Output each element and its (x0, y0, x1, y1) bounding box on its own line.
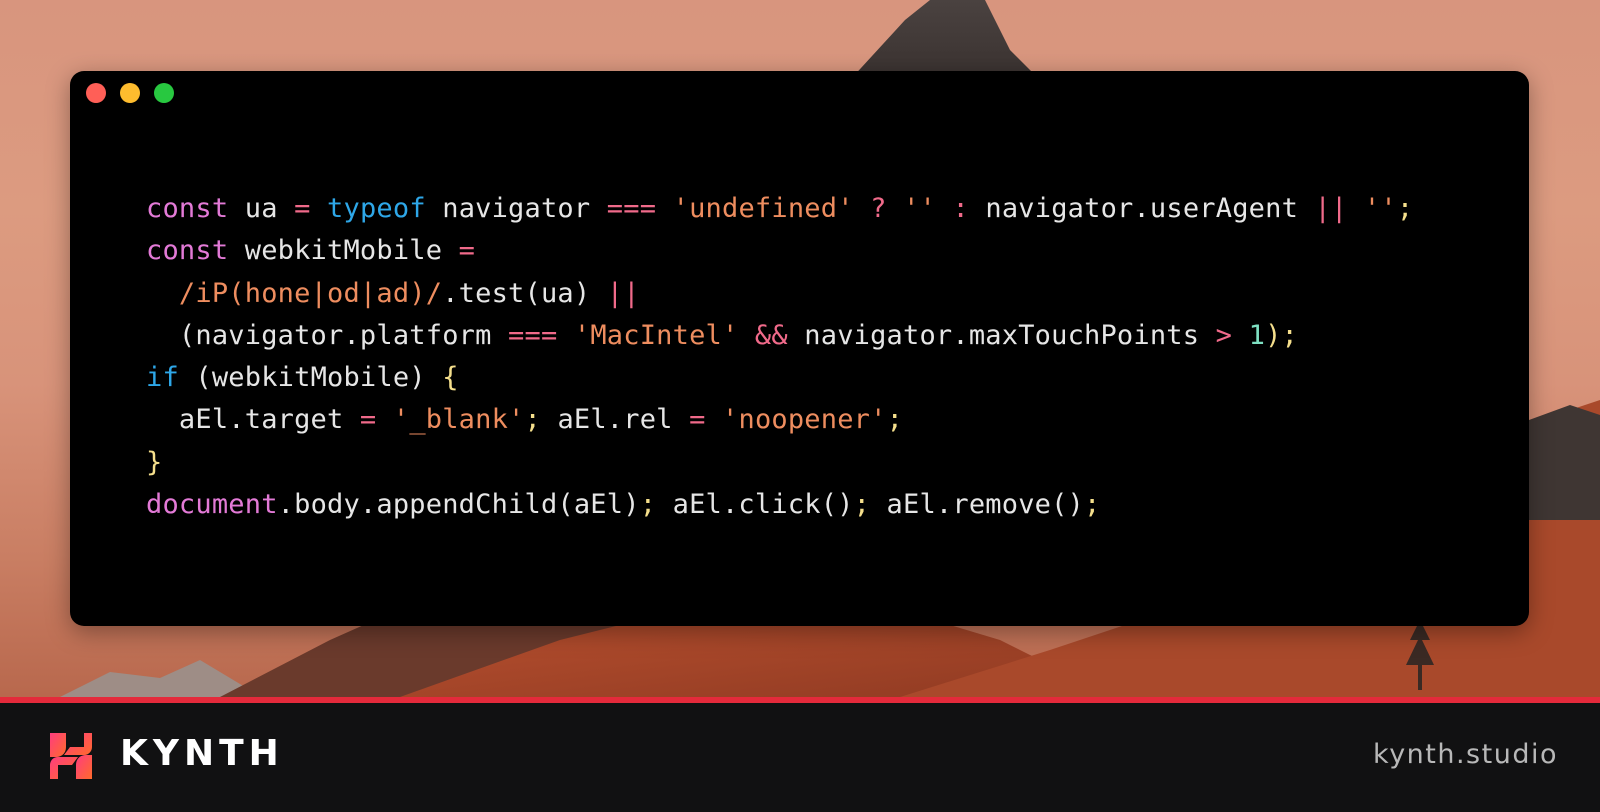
code-block: const ua = typeof navigator === 'undefin… (146, 188, 1413, 526)
code-token: (navigator.platform (146, 319, 509, 351)
code-token: const (146, 193, 229, 224)
code-token: > (1215, 319, 1233, 351)
code-token: ; (853, 489, 871, 521)
code-line: const ua = typeof navigator === 'undefin… (146, 188, 1413, 230)
code-token: /iP(hone|od|ad)/ (178, 277, 443, 309)
kynth-logo-icon (50, 733, 92, 779)
code-token: .body.appendChild(aEl) (277, 489, 640, 521)
code-window: const ua = typeof navigator === 'undefin… (70, 71, 1529, 626)
close-button[interactable] (86, 83, 106, 103)
code-token: ; (639, 489, 657, 521)
code-token: navigator (425, 193, 607, 224)
code-token: ; (524, 404, 541, 436)
code-token: === (606, 193, 657, 224)
code-token: : (952, 193, 969, 224)
code-token: document (146, 489, 278, 521)
code-token: ua (228, 193, 295, 224)
code-token: 'MacIntel' (573, 319, 739, 351)
code-token: aEl.remove() (870, 489, 1085, 521)
code-token: '' (1363, 193, 1397, 224)
site-url[interactable]: kynth.studio (1373, 739, 1558, 770)
code-line: (navigator.platform === 'MacIntel' && na… (146, 315, 1413, 357)
window-controls (86, 83, 174, 103)
brand-name: KYNTH (120, 733, 284, 774)
code-token: } (146, 446, 163, 478)
code-token: navigator.maxTouchPoints (787, 319, 1216, 351)
code-token: = (689, 404, 706, 436)
code-token: === (508, 319, 558, 351)
code-token: ); (1265, 319, 1298, 351)
code-token: || (606, 277, 640, 309)
code-token: ; (1084, 489, 1101, 521)
code-token: '' (903, 193, 936, 224)
code-token: = (458, 235, 476, 267)
minimize-button[interactable] (120, 83, 140, 103)
code-token: { (442, 362, 459, 394)
code-token: ; (886, 404, 904, 436)
code-line: aEl.target = '_blank'; aEl.rel = 'noopen… (146, 399, 1413, 441)
code-token: ; (1396, 193, 1414, 224)
maximize-button[interactable] (154, 83, 174, 103)
code-token: aEl.click() (656, 489, 854, 521)
code-line: /iP(hone|od|ad)/.test(ua) || (146, 273, 1413, 315)
code-token: const (146, 235, 229, 267)
code-token: aEl.target (146, 404, 360, 436)
code-token: 1 (1248, 319, 1266, 351)
code-token: .test(ua) (442, 277, 607, 309)
code-token: || (1314, 193, 1348, 224)
code-token: = (294, 193, 311, 224)
code-token: 'undefined' (672, 193, 854, 224)
code-line: document.body.appendChild(aEl); aEl.clic… (146, 484, 1413, 526)
code-token: (webkitMobile) (178, 362, 443, 394)
code-line: } (146, 442, 1413, 484)
code-token: aEl.rel (540, 404, 690, 436)
code-line: if (webkitMobile) { (146, 357, 1413, 399)
code-token: '_blank' (392, 404, 525, 436)
code-token: ? (870, 193, 887, 224)
code-token: webkitMobile (228, 235, 459, 267)
code-token: if (146, 362, 179, 394)
code-line: const webkitMobile = (146, 230, 1413, 272)
code-token: 'noopener' (722, 404, 887, 436)
code-token: && (754, 319, 788, 351)
footer: KYNTH kynth.studio (0, 703, 1600, 812)
code-token: typeof (327, 193, 426, 224)
code-token: = (359, 404, 377, 436)
code-token: navigator.userAgent (968, 193, 1315, 224)
